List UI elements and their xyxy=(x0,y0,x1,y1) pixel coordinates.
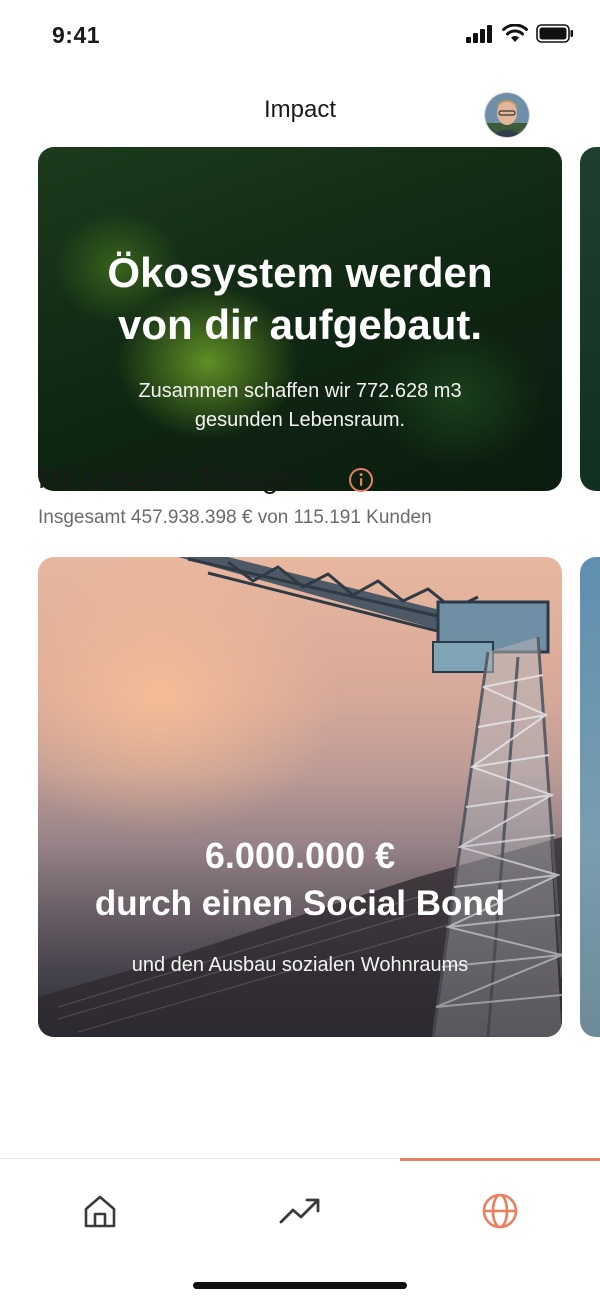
ecosystem-subtitle: Zusammen schaffen wir 772.628 m3 gesunde… xyxy=(38,377,562,435)
signal-icon xyxy=(466,24,492,43)
deposits-section-title: Mit unseren Einlagen xyxy=(38,463,311,495)
bond-amount: 6.000.000 € xyxy=(204,835,396,876)
deposits-section-subtitle: Insgesamt 457.938.398 € von 115.191 Kund… xyxy=(38,507,432,528)
home-indicator[interactable] xyxy=(193,1282,407,1289)
next-card-peek[interactable] xyxy=(580,147,600,491)
social-bond-card[interactable]: 6.000.000 € durch einen Social Bond und … xyxy=(38,557,562,1037)
tab-impact[interactable] xyxy=(400,1181,600,1241)
battery-icon xyxy=(536,24,573,43)
tab-trends[interactable] xyxy=(200,1181,400,1241)
wifi-icon xyxy=(502,24,528,42)
globe-icon xyxy=(482,1193,518,1229)
header: Impact xyxy=(0,80,600,144)
ecosystem-headline-line2: von dir aufgebaut. xyxy=(117,301,482,348)
tab-home[interactable] xyxy=(0,1181,200,1241)
ecosystem-headline-line1: Ökosystem werden xyxy=(107,249,493,296)
active-tab-indicator xyxy=(400,1158,600,1161)
tab-bar xyxy=(0,1158,600,1301)
ecosystem-subtitle-line2: gesunden Lebensraum. xyxy=(194,409,406,431)
ecosystem-card[interactable]: Ökosystem werden von dir aufgebaut. Zusa… xyxy=(38,147,562,491)
bond-subtitle: und den Ausbau sozialen Wohnraums xyxy=(131,954,469,976)
bond-title: durch einen Social Bond xyxy=(94,884,506,923)
next-bond-card-peek[interactable] xyxy=(580,557,600,1037)
ecosystem-headline: Ökosystem werden von dir aufgebaut. xyxy=(38,247,562,351)
trending-up-icon xyxy=(279,1198,320,1224)
avatar[interactable] xyxy=(484,92,530,138)
ecosystem-subtitle-line1: Zusammen schaffen wir 772.628 m3 xyxy=(138,380,462,402)
home-icon xyxy=(84,1195,116,1228)
info-icon[interactable] xyxy=(348,467,374,493)
status-icons xyxy=(466,24,574,43)
avatar-image xyxy=(485,93,529,137)
status-bar: 9:41 xyxy=(0,0,600,70)
status-time: 9:41 xyxy=(52,22,101,48)
